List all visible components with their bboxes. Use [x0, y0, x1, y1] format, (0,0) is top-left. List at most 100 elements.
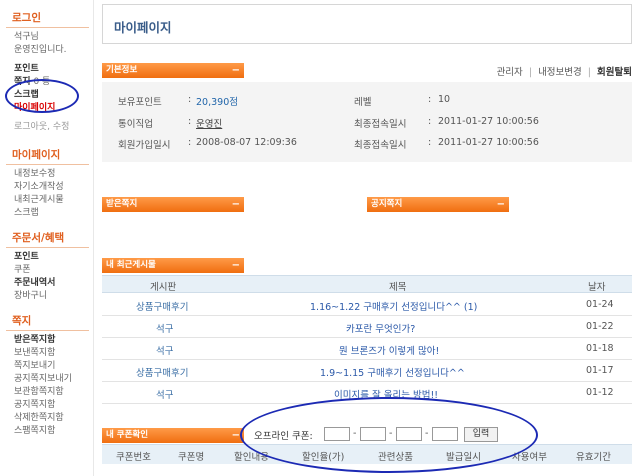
sidebar-item-coupon[interactable]: 쿠폰: [0, 264, 93, 277]
sidebar-item-compose[interactable]: 쪽지보내기: [0, 360, 93, 373]
info-colon: :: [188, 137, 192, 148]
sidebar-item-self-intro[interactable]: 자기소개작성: [0, 181, 93, 194]
last-login-value: 2011-01-27 10:00:56: [438, 116, 539, 127]
column-header: 할인내용: [234, 452, 269, 463]
level-value: 10: [438, 94, 451, 105]
table-row[interactable]: 석구 이미지를 잘 올리는 방법!! 01-12: [102, 382, 632, 404]
post-title[interactable]: 1.9~1.15 구매후기 선정입니다^^: [320, 365, 465, 379]
info-row: 통이직업 : 운영진 최종접속일시 : 2011-01-27 10:00:56: [102, 116, 632, 132]
page-title: 마이페이지: [114, 20, 172, 35]
table-row[interactable]: 석구 뭔 브론즈가 이렇게 많아! 01-18: [102, 338, 632, 360]
info-row: 보유포인트 : 20,390점 레벨 : 10: [102, 94, 632, 110]
sidebar-item-orders[interactable]: 주문내역서: [0, 277, 93, 290]
coupon-code-field-4[interactable]: [432, 427, 458, 441]
tab-label: 내 쿠폰확인: [106, 430, 149, 440]
info-label: 통이직업: [118, 119, 153, 130]
table-row[interactable]: 석구 카포란 무엇인가? 01-22: [102, 316, 632, 338]
info-label: 최종접속일시: [354, 119, 407, 130]
post-board[interactable]: 석구: [156, 387, 173, 401]
main-content: 마이페이지 기본정보 − 관리자 | 내정보변경 | 회원탈퇴 보유포인트 : …: [102, 0, 640, 476]
section-tab-coupons[interactable]: 내 쿠폰확인 −: [102, 428, 244, 443]
table-row[interactable]: 상품구매후기 1.16~1.22 구매후기 선정입니다^^ (1) 01-24: [102, 294, 632, 316]
sidebar: 로그인 석구님 운영진입니다. 포인트 쪽지 0 통 스크랩 마이페이지 로그아…: [0, 0, 94, 476]
sidebar-item-notice-compose[interactable]: 공지쪽지보내기: [0, 373, 93, 386]
column-header-board: 게시판: [150, 282, 177, 293]
coupon-code-field-2[interactable]: [360, 427, 386, 441]
logout-modify-link[interactable]: 로그아웃, 수정: [0, 121, 93, 134]
info-colon: :: [428, 137, 432, 148]
tab-label: 기본정보: [106, 65, 138, 75]
column-header: 쿠폰번호: [116, 452, 151, 463]
user-name: 석구님: [14, 32, 39, 42]
last-login-value-2: 2011-01-27 10:00:56: [438, 137, 539, 148]
sidebar-item-scrap2[interactable]: 스크랩: [0, 207, 93, 220]
post-title[interactable]: 뭔 브론즈가 이렇게 많아!: [339, 343, 439, 357]
column-header: 유효기간: [576, 452, 611, 463]
withdraw-link[interactable]: 회원탈퇴: [597, 67, 632, 78]
sidebar-item-points[interactable]: 포인트: [0, 251, 93, 264]
post-board[interactable]: 석구: [156, 321, 173, 335]
tab-label: 공지쪽지: [371, 199, 403, 209]
divider: [6, 247, 89, 248]
sidebar-item-point[interactable]: 포인트: [0, 63, 93, 76]
sidebar-item-sent[interactable]: 보낸쪽지함: [0, 347, 93, 360]
post-date: 01-22: [586, 321, 614, 332]
offline-coupon-label: 오프라인 쿠폰:: [254, 431, 313, 442]
column-header-date: 날자: [588, 282, 606, 293]
post-date: 01-18: [586, 343, 614, 354]
coupon-table-header: 쿠폰번호 쿠폰명 할인내용 할인율(가) 관련상품 발급일시 사용여부 유효기간: [102, 444, 632, 464]
post-date: 01-12: [586, 387, 614, 398]
sidebar-item-notice-box[interactable]: 공지쪽지함: [0, 399, 93, 412]
recent-posts-header: 게시판 제목 날자: [102, 275, 632, 293]
dash: -: [389, 428, 393, 439]
info-colon: :: [428, 94, 432, 105]
edit-info-link[interactable]: 내정보변경: [538, 67, 582, 78]
post-title[interactable]: 이미지를 잘 올리는 방법!!: [334, 387, 438, 401]
collapse-icon[interactable]: −: [232, 197, 240, 212]
coupon-code-field-3[interactable]: [396, 427, 422, 441]
sidebar-item-edit-info[interactable]: 내정보수정: [0, 168, 93, 181]
user-role: 운영진입니다.: [14, 45, 67, 55]
column-header: 발급일시: [446, 452, 481, 463]
divider: [6, 330, 89, 331]
sidebar-item-recent-posts[interactable]: 내최근게시물: [0, 194, 93, 207]
coupon-submit-button[interactable]: 입력: [464, 427, 498, 442]
post-title[interactable]: 카포란 무엇인가?: [346, 321, 415, 335]
annotation-oval: [5, 79, 79, 113]
sidebar-item-cart[interactable]: 장바구니: [0, 290, 93, 303]
info-row: 회원가입일시 : 2008-08-07 12:09:36 최종접속일시 : 20…: [102, 137, 632, 153]
sidebar-item-deleted[interactable]: 삭제한쪽지함: [0, 412, 93, 425]
post-board[interactable]: 상품구매후기: [136, 299, 188, 313]
account-links: 관리자 | 내정보변경 | 회원탈퇴: [497, 64, 632, 78]
post-title[interactable]: 1.16~1.22 구매후기 선정입니다^^ (1): [310, 299, 477, 313]
info-label: 최종접속일시: [354, 140, 407, 151]
point-value: 20,390점: [196, 97, 238, 108]
sidebar-item-inbox[interactable]: 받은쪽지함: [0, 334, 93, 347]
table-row[interactable]: 상품구매후기 1.9~1.15 구매후기 선정입니다^^ 01-17: [102, 360, 632, 382]
admin-link[interactable]: 관리자: [497, 67, 523, 78]
post-board[interactable]: 석구: [156, 343, 173, 357]
post-board[interactable]: 상품구매후기: [136, 365, 188, 379]
divider: [6, 27, 89, 28]
order-section-title: 주문서/혜택: [12, 232, 65, 244]
section-tab-recent-posts[interactable]: 내 최근게시물 −: [102, 258, 244, 273]
basic-info-panel: 보유포인트 : 20,390점 레벨 : 10 통이직업 : 운영진 최종접속일…: [102, 82, 632, 162]
info-label: 보유포인트: [118, 97, 162, 108]
collapse-icon[interactable]: −: [232, 258, 240, 273]
page-header: 마이페이지: [102, 4, 632, 44]
dash: -: [353, 428, 357, 439]
sidebar-item-spam[interactable]: 스팸쪽지함: [0, 425, 93, 438]
dash: -: [425, 428, 429, 439]
info-colon: :: [188, 94, 192, 105]
section-tab-basic-info[interactable]: 기본정보 −: [102, 63, 244, 78]
collapse-icon[interactable]: −: [232, 63, 240, 78]
tab-label: 내 최근게시물: [106, 260, 156, 270]
job-value[interactable]: 운영진: [196, 116, 222, 130]
join-date-value: 2008-08-07 12:09:36: [196, 137, 297, 148]
section-tab-notice-notes[interactable]: 공지쪽지 −: [367, 197, 509, 212]
collapse-icon[interactable]: −: [232, 428, 240, 443]
coupon-code-field-1[interactable]: [324, 427, 350, 441]
collapse-icon[interactable]: −: [497, 197, 505, 212]
sidebar-item-archive[interactable]: 보관함쪽지함: [0, 386, 93, 399]
section-tab-received-notes[interactable]: 받은쪽지 −: [102, 197, 244, 212]
